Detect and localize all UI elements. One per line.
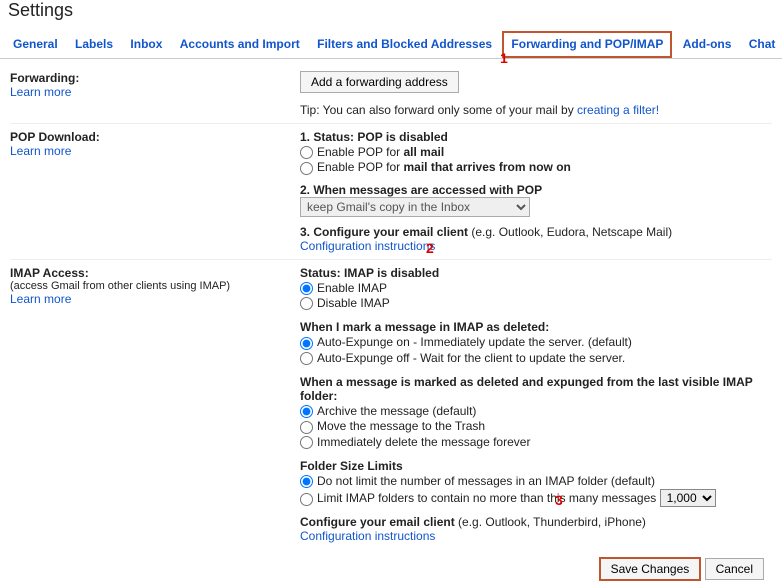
footer-actions: Save Changes Cancel [0,549,782,581]
section-pop: POP Download: Learn more 1. Status: POP … [10,123,772,259]
folder-no-limit-radio[interactable] [300,475,313,488]
imap-learn-more-link[interactable]: Learn more [10,292,300,306]
pop-learn-more-link[interactable]: Learn more [10,144,300,158]
pop-enable-now-pre: Enable POP for [317,160,404,174]
folder-limit-radio[interactable] [300,493,313,506]
tab-general[interactable]: General [6,33,65,56]
pop-enable-now-bold: mail that arrives from now on [404,160,571,174]
settings-content: Forwarding: Learn more Add a forwarding … [0,59,782,549]
expunge-archive-label: Archive the message (default) [317,404,476,418]
annotation-3: 3 [555,492,563,508]
imap-delete-heading: When I mark a message in IMAP as deleted… [300,320,772,334]
imap-heading: IMAP Access: [10,266,300,280]
expunge-delete-label: Immediately delete the message forever [317,435,530,449]
expunge-archive-radio[interactable] [300,405,313,418]
tab-chat[interactable]: Chat [742,33,782,56]
folder-no-limit-label: Do not limit the number of messages in a… [317,474,655,488]
tab-inbox[interactable]: Inbox [123,33,169,56]
pop-enable-all-pre: Enable POP for [317,145,404,159]
folder-size-heading: Folder Size Limits [300,459,772,473]
pop-access-select[interactable]: keep Gmail's copy in the Inbox [300,197,530,217]
create-filter-link[interactable]: creating a filter! [577,103,659,117]
folder-limit-select[interactable]: 1,000 [660,489,716,507]
expunge-delete-radio[interactable] [300,436,313,449]
pop-heading: POP Download: [10,130,300,144]
expunge-trash-label: Move the message to the Trash [317,419,485,433]
tab-addons[interactable]: Add-ons [676,33,739,56]
imap-configure-pre: Configure your email client [300,515,458,529]
auto-expunge-on-label: Auto-Expunge on - Immediately update the… [317,335,632,349]
folder-limit-label: Limit IMAP folders to contain no more th… [317,491,656,505]
settings-tabs: General Labels Inbox Accounts and Import… [0,27,782,59]
imap-subtext: (access Gmail from other clients using I… [10,280,300,292]
auto-expunge-on-radio[interactable] [300,337,313,350]
tab-forwarding-pop-imap[interactable]: Forwarding and POP/IMAP [502,31,672,58]
imap-status-prefix: Status: [300,266,344,280]
imap-enable-radio[interactable] [300,282,313,295]
forwarding-heading: Forwarding: [10,71,300,85]
pop-configure-pre: 3. Configure your email client [300,225,471,239]
imap-expunge-heading: When a message is marked as deleted and … [300,375,772,403]
imap-configure-paren: (e.g. Outlook, Thunderbird, iPhone) [458,515,646,529]
imap-enable-label: Enable IMAP [317,281,387,295]
cancel-button[interactable]: Cancel [705,558,764,580]
tab-labels[interactable]: Labels [68,33,120,56]
expunge-trash-radio[interactable] [300,421,313,434]
pop-configure-paren: (e.g. Outlook, Eudora, Netscape Mail) [471,225,672,239]
imap-disable-radio[interactable] [300,297,313,310]
imap-config-instructions-link[interactable]: Configuration instructions [300,529,772,543]
pop-status-prefix: 1. Status: [300,130,357,144]
page-title: Settings [8,0,782,21]
auto-expunge-off-radio[interactable] [300,352,313,365]
save-changes-button[interactable]: Save Changes [599,557,702,581]
auto-expunge-off-label: Auto-Expunge off - Wait for the client t… [317,351,625,365]
pop-access-heading: 2. When messages are accessed with POP [300,183,542,197]
pop-config-instructions-link[interactable]: Configuration instructions [300,239,772,253]
imap-disable-label: Disable IMAP [317,296,390,310]
pop-enable-all-bold: all mail [404,145,445,159]
annotation-1: 1 [500,50,508,66]
tab-accounts[interactable]: Accounts and Import [173,33,307,56]
pop-enable-all-radio[interactable] [300,146,313,159]
pop-status-value: POP is disabled [357,130,447,144]
section-imap: IMAP Access: (access Gmail from other cl… [10,259,772,550]
imap-status-value: IMAP is disabled [344,266,439,280]
add-forwarding-address-button[interactable]: Add a forwarding address [300,71,459,93]
annotation-2: 2 [426,240,434,256]
section-forwarding: Forwarding: Learn more Add a forwarding … [10,65,772,123]
forwarding-learn-more-link[interactable]: Learn more [10,85,300,99]
pop-enable-now-on-radio[interactable] [300,162,313,175]
tab-filters[interactable]: Filters and Blocked Addresses [310,33,499,56]
forwarding-tip-text: Tip: You can also forward only some of y… [300,103,577,117]
